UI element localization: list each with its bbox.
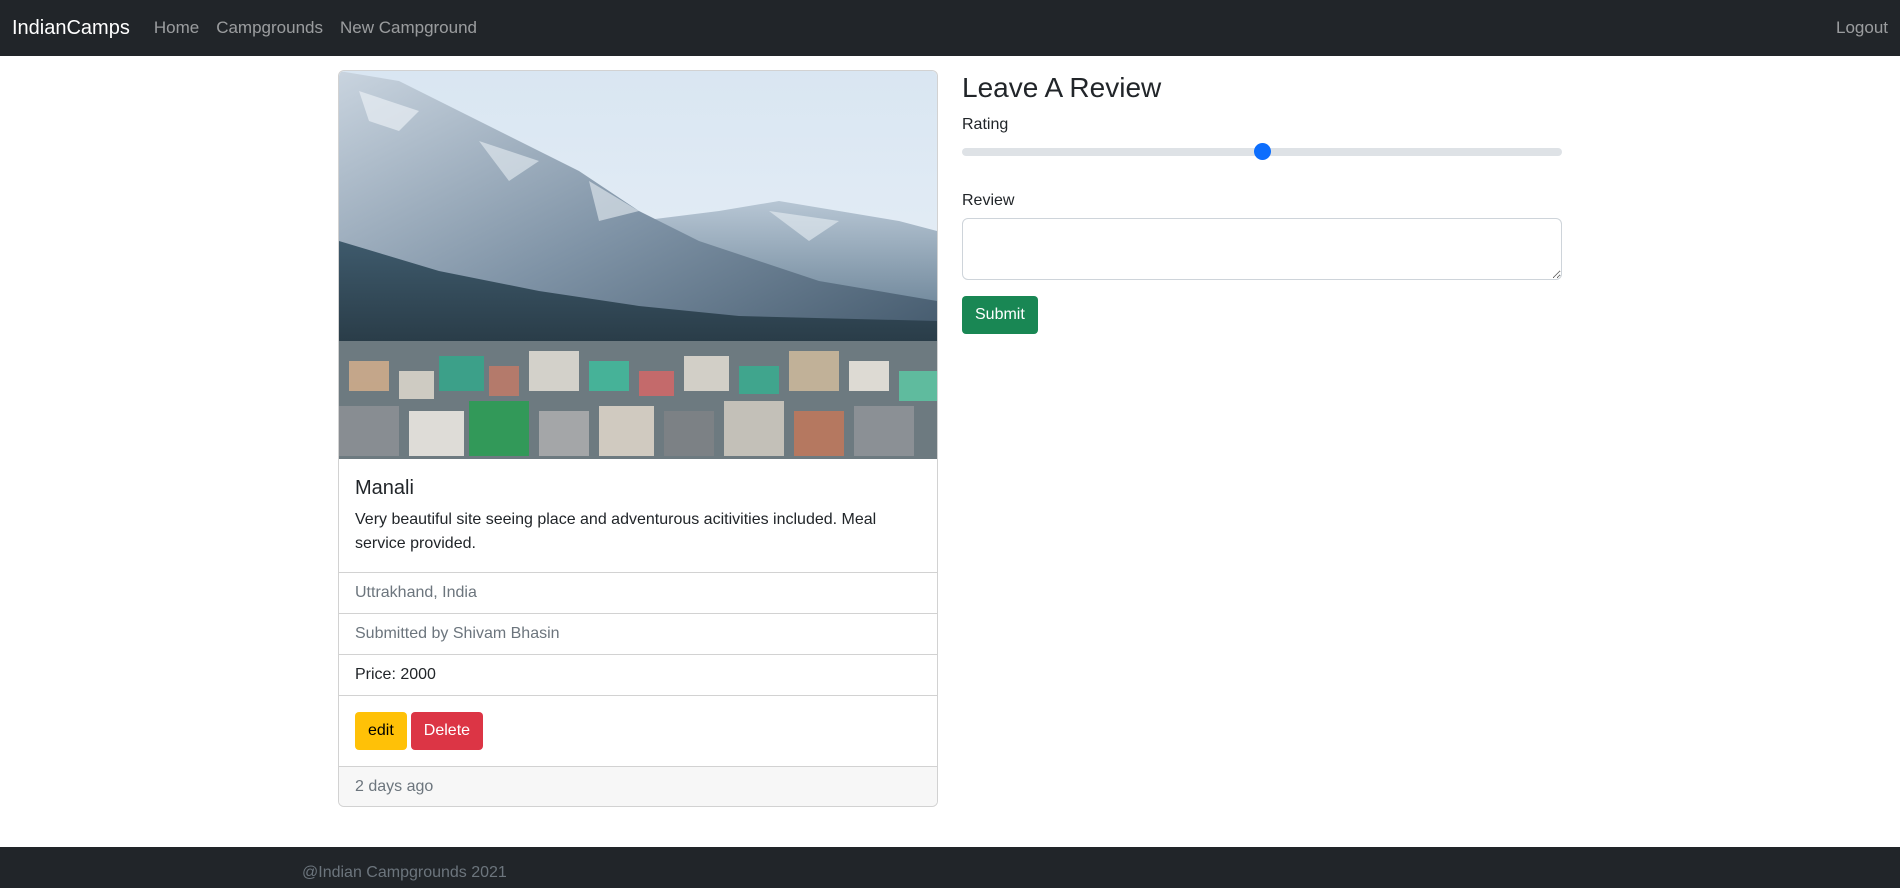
card-actions: edit Delete bbox=[339, 696, 937, 767]
campground-title: Manali bbox=[355, 477, 414, 499]
rating-slider[interactable] bbox=[962, 142, 1562, 162]
submit-review-button[interactable]: Submit bbox=[962, 296, 1038, 334]
edit-button[interactable]: edit bbox=[355, 712, 407, 750]
review-heading: Leave A Review bbox=[962, 72, 1162, 103]
review-label: Review bbox=[962, 192, 1015, 209]
campground-price: Price: 2000 bbox=[339, 655, 937, 696]
mountain-town-illustration bbox=[339, 71, 937, 459]
campground-description: Very beautiful site seeing place and adv… bbox=[355, 511, 877, 552]
logout-link[interactable]: Logout bbox=[1836, 18, 1888, 37]
nav-campgrounds-link[interactable]: Campgrounds bbox=[216, 18, 323, 38]
delete-button[interactable]: Delete bbox=[410, 712, 484, 750]
page-footer: @Indian Campgrounds 2021 bbox=[0, 847, 1900, 888]
card-body: Manali Very beautiful site seeing place … bbox=[339, 459, 937, 573]
campground-card: Manali Very beautiful site seeing place … bbox=[338, 70, 938, 807]
review-form: Leave A Review Rating Review Submit bbox=[962, 70, 1562, 334]
rating-slider-thumb[interactable] bbox=[1253, 143, 1271, 160]
campground-author: Submitted by Shivam Bhasin bbox=[339, 614, 937, 655]
nav-right-group: Logout bbox=[1836, 18, 1888, 38]
footer-copyright: @Indian Campgrounds 2021 bbox=[302, 864, 507, 881]
top-navbar: IndianCamps Home Campgrounds New Campgro… bbox=[0, 0, 1900, 56]
review-textarea[interactable] bbox=[962, 218, 1562, 280]
nav-home-link[interactable]: Home bbox=[154, 18, 199, 38]
brand-logo-link[interactable]: IndianCamps bbox=[12, 17, 130, 40]
campground-location: Uttrakhand, India bbox=[339, 573, 937, 614]
rating-label: Rating bbox=[962, 116, 1009, 133]
campground-image bbox=[339, 71, 937, 459]
nav-new-campground-link[interactable]: New Campground bbox=[340, 18, 477, 38]
card-footer-timestamp: 2 days ago bbox=[339, 767, 937, 806]
